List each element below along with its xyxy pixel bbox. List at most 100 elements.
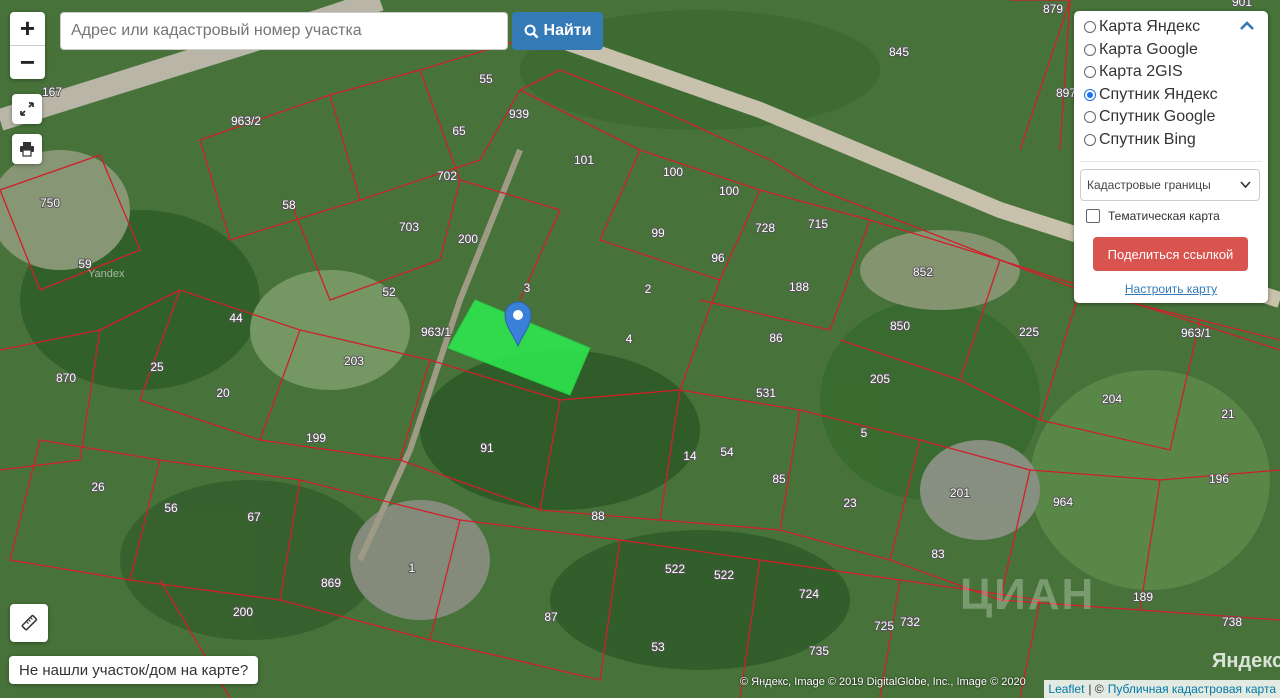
parcel-number: 4	[626, 332, 633, 346]
parcel-number: 91	[480, 441, 494, 455]
ruler-icon	[21, 614, 38, 631]
find-button-label: Найти	[543, 22, 592, 39]
layer-option-yandex-map[interactable]: Карта Яндекс	[1084, 18, 1200, 36]
print-button[interactable]	[12, 134, 42, 164]
parcel-number: 869	[321, 576, 341, 590]
layers-panel: Карта Яндекс Карта Google Карта 2GIS Спу…	[1074, 11, 1268, 303]
parcel-number: 3	[524, 281, 531, 295]
layer-option-bing-satellite[interactable]: Спутник Bing	[1084, 131, 1196, 149]
parcel-number: 963/1	[421, 325, 451, 339]
checkbox[interactable]	[1086, 209, 1100, 223]
chevron-up-icon[interactable]	[1240, 21, 1254, 31]
yandex-tile-watermark: Yandex	[88, 268, 125, 280]
thematic-map-label: Тематическая карта	[1108, 209, 1220, 223]
layer-option-yandex-satellite[interactable]: Спутник Яндекс	[1084, 86, 1218, 104]
parcel-number: 14	[683, 449, 697, 463]
parcel-number: 715	[808, 217, 828, 231]
radio-button[interactable]	[1084, 44, 1096, 56]
parcel-number: 200	[458, 232, 478, 246]
zoom-out-button[interactable]: −	[10, 46, 45, 79]
radio-button-selected[interactable]	[1084, 89, 1096, 101]
yandex-watermark: Яндекс	[1212, 650, 1280, 672]
overlay-select-value: Кадастровые границы	[1087, 178, 1211, 192]
parcel-number: 725	[874, 619, 894, 633]
parcel-number: 189	[1133, 590, 1153, 604]
parcel-number: 83	[931, 547, 945, 561]
parcel-number: 901	[1232, 0, 1252, 9]
parcel-number: 54	[720, 445, 734, 459]
search-input[interactable]	[60, 12, 508, 50]
parcel-number: 205	[870, 372, 890, 386]
parcel-number: 1	[409, 561, 416, 575]
radio-button[interactable]	[1084, 21, 1096, 33]
search-icon	[524, 24, 538, 38]
layer-option-label: Карта 2GIS	[1099, 63, 1183, 80]
share-link-button[interactable]: Поделиться ссылкой	[1093, 237, 1248, 271]
layer-option-2gis-map[interactable]: Карта 2GIS	[1084, 63, 1183, 81]
thematic-map-checkbox[interactable]: Тематическая карта	[1086, 209, 1220, 223]
overlay-select[interactable]: Кадастровые границы	[1080, 169, 1260, 201]
parcel-number: 522	[714, 568, 734, 582]
parcel-number: 2	[645, 282, 652, 296]
parcel-number: 870	[56, 371, 76, 385]
parcel-number: 225	[1019, 325, 1039, 339]
parcel-number: 203	[344, 354, 364, 368]
parcel-number: 56	[164, 501, 178, 515]
parcel-number: 85	[772, 472, 786, 486]
parcel-number: 20	[216, 386, 230, 400]
radio-button[interactable]	[1084, 66, 1096, 78]
parcel-number: 879	[1043, 2, 1063, 16]
parcel-number: 963/2	[231, 114, 261, 128]
parcel-number: 100	[719, 184, 739, 198]
cadastral-map-link[interactable]: Публичная кадастровая карта	[1108, 682, 1276, 696]
printer-icon	[20, 142, 34, 157]
fullscreen-button[interactable]	[12, 94, 42, 124]
parcel-number: 750	[40, 196, 60, 210]
leaflet-link[interactable]: Leaflet	[1048, 682, 1084, 696]
parcel-number: 522	[665, 562, 685, 576]
radio-button[interactable]	[1084, 111, 1096, 123]
layer-option-google-satellite[interactable]: Спутник Google	[1084, 108, 1215, 126]
parcel-number: 96	[711, 251, 725, 265]
parcel-number: 5	[861, 426, 868, 440]
layer-option-label: Спутник Яндекс	[1099, 86, 1218, 103]
parcel-number: 703	[399, 220, 419, 234]
parcel-number: 52	[382, 285, 396, 299]
find-button[interactable]: Найти	[512, 12, 603, 50]
zoom-in-button[interactable]: +	[10, 12, 45, 46]
parcel-number: 531	[756, 386, 776, 400]
parcel-number: 964	[1053, 495, 1073, 509]
attribution-separator: | ©	[1088, 682, 1104, 696]
parcel-number: 100	[663, 165, 683, 179]
measure-button[interactable]	[10, 604, 48, 642]
parcel-number: 204	[1102, 392, 1122, 406]
parcel-number: 58	[282, 198, 296, 212]
configure-map-link[interactable]: Настроить карту	[1074, 282, 1268, 296]
parcel-number: 86	[769, 331, 783, 345]
parcel-number: 26	[91, 480, 105, 494]
parcel-number: 167	[42, 85, 62, 99]
chevron-down-icon	[1240, 181, 1251, 189]
layer-option-label: Спутник Bing	[1099, 131, 1196, 148]
parcel-number: 201	[950, 486, 970, 500]
parcel-number: 87	[544, 610, 558, 624]
parcel-number: 200	[233, 605, 253, 619]
parcel-number: 99	[651, 226, 665, 240]
layer-option-label: Карта Яндекс	[1099, 18, 1201, 35]
layer-option-label: Карта Google	[1099, 41, 1198, 58]
parcel-number: 88	[591, 509, 605, 523]
parcel-number: 196	[1209, 472, 1229, 486]
parcel-number: 55	[479, 72, 493, 86]
parcel-number: 738	[1222, 615, 1242, 629]
divider	[1080, 161, 1262, 162]
cian-watermark: ЦИАН	[960, 570, 1096, 619]
parcel-number: 963/1	[1181, 326, 1211, 340]
expand-icon	[20, 102, 34, 116]
yandex-copyright: © Яндекс, Image © 2019 DigitalGlobe, Inc…	[740, 676, 1026, 688]
layer-option-google-map[interactable]: Карта Google	[1084, 41, 1198, 59]
layer-option-label: Спутник Google	[1099, 108, 1216, 125]
parcel-number: 728	[755, 221, 775, 235]
not-found-button[interactable]: Не нашли участок/дом на карте?	[9, 656, 259, 684]
radio-button[interactable]	[1084, 134, 1096, 146]
parcel-number: 67	[247, 510, 261, 524]
